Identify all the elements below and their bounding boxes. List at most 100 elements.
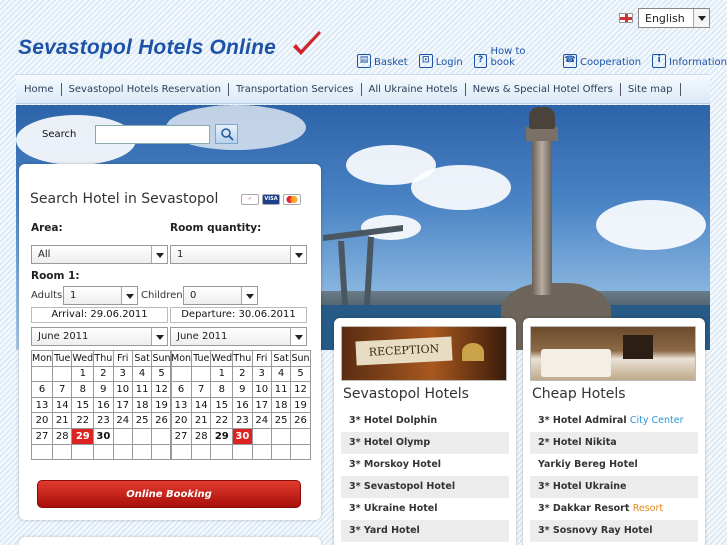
arrival-day[interactable]: 15 bbox=[71, 396, 95, 414]
arrival-day[interactable]: 26 bbox=[151, 412, 172, 429]
hotel-link[interactable]: 2* Hotel Nikita bbox=[530, 432, 698, 454]
departure-day[interactable]: 19 bbox=[290, 396, 311, 414]
nav-item[interactable]: Transportation Services bbox=[229, 82, 362, 96]
arrival-day[interactable]: 23 bbox=[93, 412, 114, 429]
departure-day[interactable]: 30 bbox=[232, 427, 253, 445]
departure-day[interactable]: 6 bbox=[169, 381, 193, 398]
area-select[interactable]: All bbox=[31, 245, 168, 264]
departure-day[interactable]: 1 bbox=[210, 365, 234, 383]
hotel-link[interactable]: Yarkiy Bereg Hotel bbox=[530, 454, 698, 476]
arrival-day[interactable]: 17 bbox=[112, 396, 133, 414]
toplink-information[interactable]: i Information bbox=[652, 46, 727, 68]
arrival-day[interactable]: 28 bbox=[52, 427, 73, 445]
departure-day[interactable]: 7 bbox=[191, 381, 212, 398]
site-logo[interactable]: Sevastopol Hotels Online bbox=[18, 36, 276, 60]
arrival-day[interactable]: 3 bbox=[112, 365, 133, 383]
departure-day[interactable]: 21 bbox=[191, 412, 212, 429]
nav-item[interactable]: Sevastopol Hotels Reservation bbox=[62, 82, 229, 96]
arrival-day[interactable]: 1 bbox=[71, 365, 95, 383]
arrival-day[interactable]: 25 bbox=[131, 412, 153, 429]
arrival-day[interactable]: 30 bbox=[93, 427, 114, 445]
departure-day[interactable]: 8 bbox=[210, 381, 234, 398]
toplink-login[interactable]: ⊡ Login bbox=[418, 46, 463, 68]
departure-day[interactable]: 4 bbox=[270, 365, 292, 383]
hotel-link[interactable]: 3* Hotel Ukraine bbox=[530, 476, 698, 498]
departure-day[interactable]: 3 bbox=[251, 365, 272, 383]
adults-select[interactable]: 1 bbox=[63, 286, 138, 305]
room-quantity-select[interactable]: 1 bbox=[170, 245, 307, 264]
departure-day[interactable]: 24 bbox=[251, 412, 272, 429]
nav-item[interactable]: Site map bbox=[621, 82, 681, 96]
arrival-day[interactable]: 13 bbox=[30, 396, 54, 414]
nav-item[interactable]: Home bbox=[24, 82, 62, 96]
arrival-day[interactable]: 14 bbox=[52, 396, 73, 414]
hotel-link[interactable]: 3* Hotel Dolphin bbox=[341, 410, 509, 432]
departure-day[interactable]: 25 bbox=[270, 412, 292, 429]
arrival-day[interactable]: 21 bbox=[52, 412, 73, 429]
top-links: ▤ Basket ⊡ Login ? How to book ☎ Cooperation i In… bbox=[357, 46, 727, 68]
departure-day[interactable]: 17 bbox=[251, 396, 272, 414]
departure-day[interactable]: 28 bbox=[191, 427, 212, 445]
departure-day[interactable]: 10 bbox=[251, 381, 272, 398]
hotel-link[interactable]: 3* Hotel Admiral City Center bbox=[530, 410, 698, 432]
language-select[interactable]: English bbox=[638, 8, 710, 28]
departure-day[interactable]: 16 bbox=[232, 396, 253, 414]
departure-day[interactable]: 15 bbox=[210, 396, 234, 414]
hotel-link[interactable]: 3* Sevastopol Hotel bbox=[341, 476, 509, 498]
arrival-day[interactable]: 18 bbox=[131, 396, 153, 414]
arrival-day[interactable]: 11 bbox=[131, 381, 153, 398]
departure-day[interactable]: 14 bbox=[191, 396, 212, 414]
children-select[interactable]: 0 bbox=[183, 286, 258, 305]
arrival-day[interactable]: 12 bbox=[151, 381, 172, 398]
arrival-day[interactable]: 22 bbox=[71, 412, 95, 429]
departure-day[interactable]: 29 bbox=[210, 427, 234, 445]
arrival-day[interactable]: 2 bbox=[93, 365, 114, 383]
search-input[interactable] bbox=[95, 124, 210, 144]
toplink-cooperation[interactable]: ☎ Cooperation bbox=[562, 46, 641, 68]
departure-day[interactable]: 5 bbox=[290, 365, 311, 383]
departure-day[interactable]: 23 bbox=[232, 412, 253, 429]
departure-day[interactable]: 18 bbox=[270, 396, 292, 414]
departure-day[interactable]: 26 bbox=[290, 412, 311, 429]
hotel-link[interactable]: 3* Dakkar Resort Resort bbox=[530, 498, 698, 520]
departure-day[interactable]: 9 bbox=[232, 381, 253, 398]
hotel-link[interactable]: 3* Morskoy Hotel bbox=[341, 454, 509, 476]
hotel-link[interactable]: 3* Sosnovy Ray Hotel bbox=[530, 520, 698, 542]
departure-day[interactable]: 2 bbox=[232, 365, 253, 383]
adults-label: Adults: bbox=[31, 290, 66, 301]
nav-item[interactable]: News & Special Hotel Offers bbox=[466, 82, 621, 96]
departure-day[interactable]: 22 bbox=[210, 412, 234, 429]
arrival-month-select[interactable]: June 2011 bbox=[31, 327, 168, 346]
search-button[interactable] bbox=[215, 124, 238, 144]
hotel-link[interactable]: 3* Hotel Olymp bbox=[341, 432, 509, 454]
departure-month-select[interactable]: June 2011 bbox=[170, 327, 307, 346]
arrival-day[interactable]: 7 bbox=[52, 381, 73, 398]
hotel-link[interactable]: 3* Yard Hotel bbox=[341, 520, 509, 542]
arrival-day[interactable]: 29 bbox=[71, 427, 95, 445]
weekday-header: Sun bbox=[151, 350, 172, 367]
departure-day bbox=[270, 443, 292, 461]
arrival-day[interactable]: 20 bbox=[30, 412, 54, 429]
arrival-month-value: June 2011 bbox=[38, 331, 89, 342]
arrival-day[interactable]: 9 bbox=[93, 381, 114, 398]
arrival-day[interactable]: 16 bbox=[93, 396, 114, 414]
toplink-basket[interactable]: ▤ Basket bbox=[357, 46, 408, 68]
departure-day[interactable]: 13 bbox=[169, 396, 193, 414]
bed bbox=[541, 349, 611, 377]
departure-day[interactable]: 11 bbox=[270, 381, 292, 398]
arrival-day[interactable]: 10 bbox=[112, 381, 133, 398]
nav-item[interactable]: All Ukraine Hotels bbox=[362, 82, 466, 96]
arrival-day[interactable]: 8 bbox=[71, 381, 95, 398]
arrival-day[interactable]: 24 bbox=[112, 412, 133, 429]
arrival-day[interactable]: 27 bbox=[30, 427, 54, 445]
arrival-day[interactable]: 19 bbox=[151, 396, 172, 414]
arrival-day[interactable]: 6 bbox=[30, 381, 54, 398]
online-booking-button[interactable]: Online Booking bbox=[37, 480, 301, 508]
departure-day[interactable]: 27 bbox=[169, 427, 193, 445]
departure-day[interactable]: 12 bbox=[290, 381, 311, 398]
arrival-day[interactable]: 5 bbox=[151, 365, 172, 383]
departure-day[interactable]: 20 bbox=[169, 412, 193, 429]
hotel-link[interactable]: 3* Ukraine Hotel bbox=[341, 498, 509, 520]
arrival-day[interactable]: 4 bbox=[131, 365, 153, 383]
toplink-how-to-book[interactable]: ? How to book bbox=[473, 46, 552, 68]
